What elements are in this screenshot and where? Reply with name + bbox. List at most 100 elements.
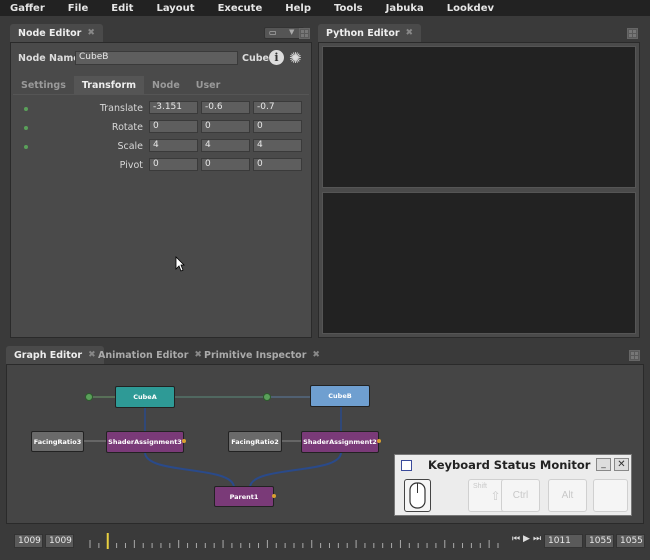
tab-animation-editor[interactable]: Animation Editor ✖ xyxy=(90,346,210,364)
tab-primitive-inspector[interactable]: Primitive Inspector ✖ xyxy=(196,346,328,364)
current-frame-field[interactable]: 1011 xyxy=(544,534,583,548)
ctrl-key-label: Ctrl xyxy=(512,490,529,501)
monitor-icon: ▭ xyxy=(269,28,277,37)
node-facingratio2[interactable]: FacingRatio2 xyxy=(228,431,282,452)
timeline-bar: 1009 1009 ⏮ ▶ ⏭ 1011 1055 1055 xyxy=(6,530,645,552)
keyframe-dot-icon[interactable] xyxy=(24,145,28,149)
tab-node-editor-label: Node Editor xyxy=(18,27,82,39)
output-plug-icon[interactable] xyxy=(182,439,186,443)
scale-label: Scale xyxy=(117,141,143,152)
close-icon[interactable]: ✖ xyxy=(406,28,414,38)
tab-python-editor[interactable]: Python Editor ✖ xyxy=(318,24,422,42)
shift-arrow-icon: ⇧ xyxy=(490,488,501,503)
step-back-icon[interactable]: ⏮ xyxy=(512,534,520,544)
translate-z-field[interactable]: -0.7 xyxy=(253,101,302,114)
output-plug-icon[interactable] xyxy=(272,494,276,498)
python-editor-panel xyxy=(318,42,640,338)
node-shaderassignment2[interactable]: ShaderAssignment2 xyxy=(301,431,379,453)
scale-z-field[interactable]: 4 xyxy=(253,139,302,152)
gear-icon[interactable]: ✺ xyxy=(289,49,302,67)
info-icon[interactable]: i xyxy=(269,50,284,65)
menu-gaffer[interactable]: Gaffer xyxy=(10,3,45,14)
ctrl-key-indicator: Ctrl xyxy=(501,479,540,512)
pivot-x-field[interactable]: 0 xyxy=(149,158,198,171)
pivot-label: Pivot xyxy=(119,160,143,171)
keyframe-dot-icon[interactable] xyxy=(24,126,28,130)
menu-execute[interactable]: Execute xyxy=(218,3,263,14)
dot-plug-icon[interactable] xyxy=(263,393,271,401)
layout-icon[interactable] xyxy=(627,28,638,39)
dot-plug-icon[interactable] xyxy=(85,393,93,401)
tab-primitive-inspector-label: Primitive Inspector xyxy=(204,349,307,361)
rotate-z-field[interactable]: 0 xyxy=(253,120,302,133)
menu-edit[interactable]: Edit xyxy=(111,3,133,14)
timeline-slider[interactable] xyxy=(78,532,510,550)
mouse-icon xyxy=(404,479,431,512)
display-mode-dropdown[interactable]: ▭ ▼ xyxy=(264,27,304,39)
play-icon[interactable]: ▶ xyxy=(523,534,530,544)
menu-help[interactable]: Help xyxy=(285,3,311,14)
end-frame-inner-field[interactable]: 1055 xyxy=(585,534,614,548)
shift-key-label: Shift xyxy=(473,483,488,490)
node-shaderassignment3[interactable]: ShaderAssignment3 xyxy=(106,431,184,453)
menu-tools[interactable]: Tools xyxy=(334,3,363,14)
subtab-bar: Settings Transform Node User xyxy=(13,76,228,95)
node-cubeb[interactable]: CubeB xyxy=(310,385,370,407)
connection-line xyxy=(249,452,342,488)
end-frame-outer-field[interactable]: 1055 xyxy=(616,534,645,548)
tab-graph-editor-label: Graph Editor xyxy=(14,349,83,361)
row-rotate: Rotate 0 0 0 xyxy=(11,120,311,139)
scale-x-field[interactable]: 4 xyxy=(149,139,198,152)
keyframe-dot-icon[interactable] xyxy=(24,107,28,111)
python-output-area[interactable] xyxy=(322,46,636,188)
node-name-label: Node Name xyxy=(18,53,80,64)
close-icon[interactable]: ✖ xyxy=(87,28,95,38)
subtab-node[interactable]: Node xyxy=(144,76,188,95)
node-parent1[interactable]: Parent1 xyxy=(214,486,274,507)
python-input-area[interactable] xyxy=(322,192,636,334)
pivot-y-field[interactable]: 0 xyxy=(201,158,250,171)
window-app-icon xyxy=(401,460,412,471)
python-editor-tabbar: Python Editor ✖ xyxy=(318,24,640,42)
start-frame-outer-field[interactable]: 1009 xyxy=(14,534,43,548)
super-key-indicator xyxy=(593,479,628,512)
row-translate: Translate -3.151 -0.6 -0.7 xyxy=(11,101,311,120)
scale-y-field[interactable]: 4 xyxy=(201,139,250,152)
menu-layout[interactable]: Layout xyxy=(156,3,194,14)
start-frame-inner-field[interactable]: 1009 xyxy=(45,534,74,548)
minimize-icon[interactable]: _ xyxy=(596,458,611,471)
step-forward-icon[interactable]: ⏭ xyxy=(533,534,541,544)
node-type-label: Cube xyxy=(242,53,269,64)
subtab-user[interactable]: User xyxy=(188,76,229,95)
alt-key-indicator: Alt xyxy=(548,479,587,512)
row-scale: Scale 4 4 4 xyxy=(11,139,311,158)
menu-file[interactable]: File xyxy=(68,3,88,14)
row-pivot: Pivot 0 0 0 xyxy=(11,158,311,177)
node-facingratio3[interactable]: FacingRatio3 xyxy=(31,431,84,452)
chevron-down-icon: ▼ xyxy=(289,28,295,36)
layout-icon[interactable] xyxy=(299,28,310,39)
node-editor-panel: Node Name CubeB Cube i ✺ Settings Transf… xyxy=(10,42,312,338)
tab-graph-editor[interactable]: Graph Editor ✖ xyxy=(6,346,104,364)
subtab-divider xyxy=(13,94,309,95)
close-icon[interactable]: ✕ xyxy=(614,458,629,471)
subtab-settings[interactable]: Settings xyxy=(13,76,74,95)
node-name-input[interactable]: CubeB xyxy=(75,51,238,65)
tab-node-editor[interactable]: Node Editor ✖ xyxy=(10,24,103,42)
node-editor-tabbar: Node Editor ✖ ▭ ▼ xyxy=(10,24,312,42)
pivot-z-field[interactable]: 0 xyxy=(253,158,302,171)
menu-lookdev[interactable]: Lookdev xyxy=(447,3,494,14)
translate-label: Translate xyxy=(99,103,143,114)
translate-y-field[interactable]: -0.6 xyxy=(201,101,250,114)
translate-x-field[interactable]: -3.151 xyxy=(149,101,198,114)
rotate-label: Rotate xyxy=(111,122,143,133)
rotate-x-field[interactable]: 0 xyxy=(149,120,198,133)
rotate-y-field[interactable]: 0 xyxy=(201,120,250,133)
node-cubea[interactable]: CubeA xyxy=(115,386,175,408)
layout-icon[interactable] xyxy=(629,350,640,361)
tab-animation-editor-label: Animation Editor xyxy=(98,349,189,361)
output-plug-icon[interactable] xyxy=(377,439,381,443)
subtab-transform[interactable]: Transform xyxy=(73,76,145,95)
menu-jabuka[interactable]: Jabuka xyxy=(386,3,424,14)
close-icon[interactable]: ✖ xyxy=(312,350,320,360)
